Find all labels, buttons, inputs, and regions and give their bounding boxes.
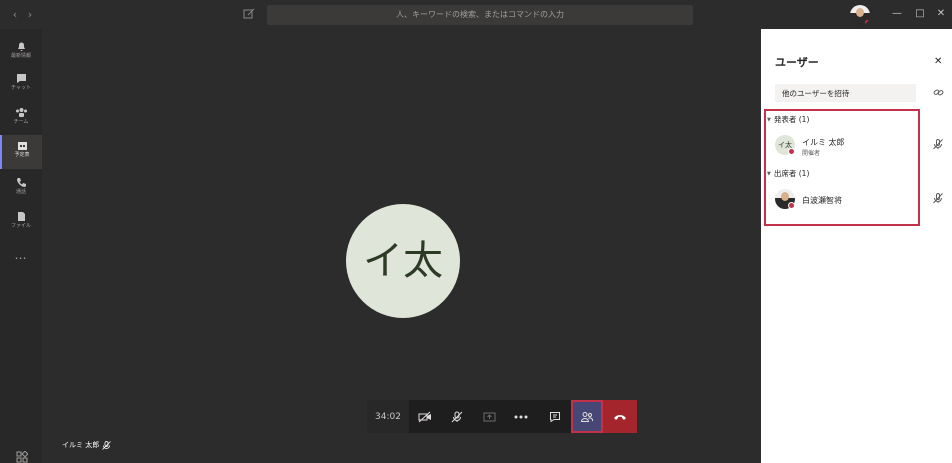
- panel-title: ユーザー: [775, 56, 819, 69]
- chat-icon: [550, 411, 560, 422]
- compose-icon[interactable]: [243, 8, 255, 20]
- hangup-button[interactable]: [603, 400, 637, 433]
- status-busy-icon: [788, 148, 795, 155]
- chat-button[interactable]: [539, 400, 571, 433]
- phone-icon: [16, 178, 26, 187]
- minimize-icon[interactable]: —: [891, 8, 903, 20]
- participants-icon: [580, 411, 594, 422]
- file-icon: [17, 212, 25, 221]
- attendees-section-header[interactable]: ▼ 出席者 (1): [767, 168, 809, 179]
- status-busy-icon: [864, 19, 870, 25]
- attendees-label: 出席者 (1): [773, 169, 810, 178]
- caret-down-icon: ▼: [767, 170, 771, 177]
- rail-item-label: 予定表: [14, 152, 30, 158]
- more-icon: [514, 415, 528, 418]
- meeting-stage: イ太 34:02 イルミ 太郎: [42, 29, 761, 463]
- rail-item-activity[interactable]: 最新情報: [0, 36, 42, 68]
- invite-input[interactable]: [775, 84, 916, 102]
- participants-panel: ユーザー ✕ ▼ 発表者 (1) イ太 イルミ 太郎 開催者 ▼ 出席者 (1)…: [761, 29, 952, 463]
- status-busy-icon: [788, 202, 795, 209]
- more-actions-button[interactable]: [505, 400, 537, 433]
- participant-name: イルミ 太郎: [802, 138, 845, 147]
- call-timer: 34:02: [367, 400, 409, 433]
- profile-avatar[interactable]: [850, 5, 870, 25]
- rail-item-label: チャット: [11, 85, 31, 91]
- video-off-icon: [418, 411, 431, 422]
- participant-role: 開催者: [802, 150, 821, 157]
- chevron-left-icon[interactable]: ‹: [9, 8, 21, 22]
- hangup-icon: [614, 414, 626, 420]
- teams-icon: [15, 108, 27, 117]
- rail-item-files[interactable]: ファイル: [0, 206, 42, 238]
- call-controls: 34:02: [367, 400, 637, 433]
- self-name-label: イルミ 太郎: [62, 440, 112, 450]
- rail-item-label: 最新情報: [10, 53, 31, 59]
- close-icon[interactable]: ✕: [935, 8, 947, 20]
- mic-off-icon: [451, 411, 463, 422]
- participant-avatar: イ太: [346, 204, 460, 318]
- calendar-icon: [17, 142, 27, 150]
- apps-icon[interactable]: [16, 451, 28, 463]
- mic-off-icon[interactable]: [933, 139, 943, 150]
- rail-item-chat[interactable]: チャット: [0, 68, 42, 100]
- video-toggle-button[interactable]: [409, 400, 441, 433]
- rail-item-label: 通話: [15, 189, 26, 195]
- rail-item-label: ファイル: [10, 223, 31, 229]
- participant-row-attendee[interactable]: 白波瀬智将: [775, 189, 945, 213]
- more-apps-button[interactable]: …: [0, 248, 42, 262]
- rail-item-label: チーム: [13, 119, 29, 125]
- share-icon: [483, 412, 495, 421]
- rail-item-teams[interactable]: チーム: [0, 102, 42, 134]
- caret-down-icon: ▼: [767, 116, 771, 123]
- mic-off-icon: [102, 440, 112, 450]
- chat-icon: [16, 74, 26, 83]
- title-bar: ‹ › — □ ✕: [0, 0, 952, 29]
- presenters-section-header[interactable]: ▼ 発表者 (1): [767, 114, 809, 125]
- participants-button[interactable]: [571, 400, 603, 433]
- participant-name: 白波瀬智将: [802, 196, 842, 205]
- self-name: イルミ 太郎: [62, 441, 100, 449]
- close-icon[interactable]: ✕: [934, 56, 942, 67]
- bell-icon: [17, 42, 25, 51]
- search-input[interactable]: [267, 5, 693, 25]
- avatar-face: [781, 192, 789, 201]
- mic-toggle-button[interactable]: [441, 400, 473, 433]
- avatar-face: [856, 8, 864, 17]
- mic-off-icon[interactable]: [933, 193, 943, 204]
- maximize-icon[interactable]: □: [914, 8, 926, 20]
- teams-window: ‹ › — □ ✕ 最新情報 チャット チーム 予定表: [0, 0, 952, 463]
- link-icon[interactable]: [933, 87, 944, 98]
- app-rail: 最新情報 チャット チーム 予定表 通話 ファイル …: [0, 29, 42, 463]
- chevron-right-icon[interactable]: ›: [24, 8, 36, 22]
- participant-row-presenter[interactable]: イ太 イルミ 太郎 開催者: [775, 135, 945, 159]
- share-button[interactable]: [473, 400, 505, 433]
- rail-item-calls[interactable]: 通話: [0, 172, 42, 204]
- presenters-label: 発表者 (1): [773, 115, 810, 124]
- rail-item-calendar[interactable]: 予定表: [0, 135, 42, 169]
